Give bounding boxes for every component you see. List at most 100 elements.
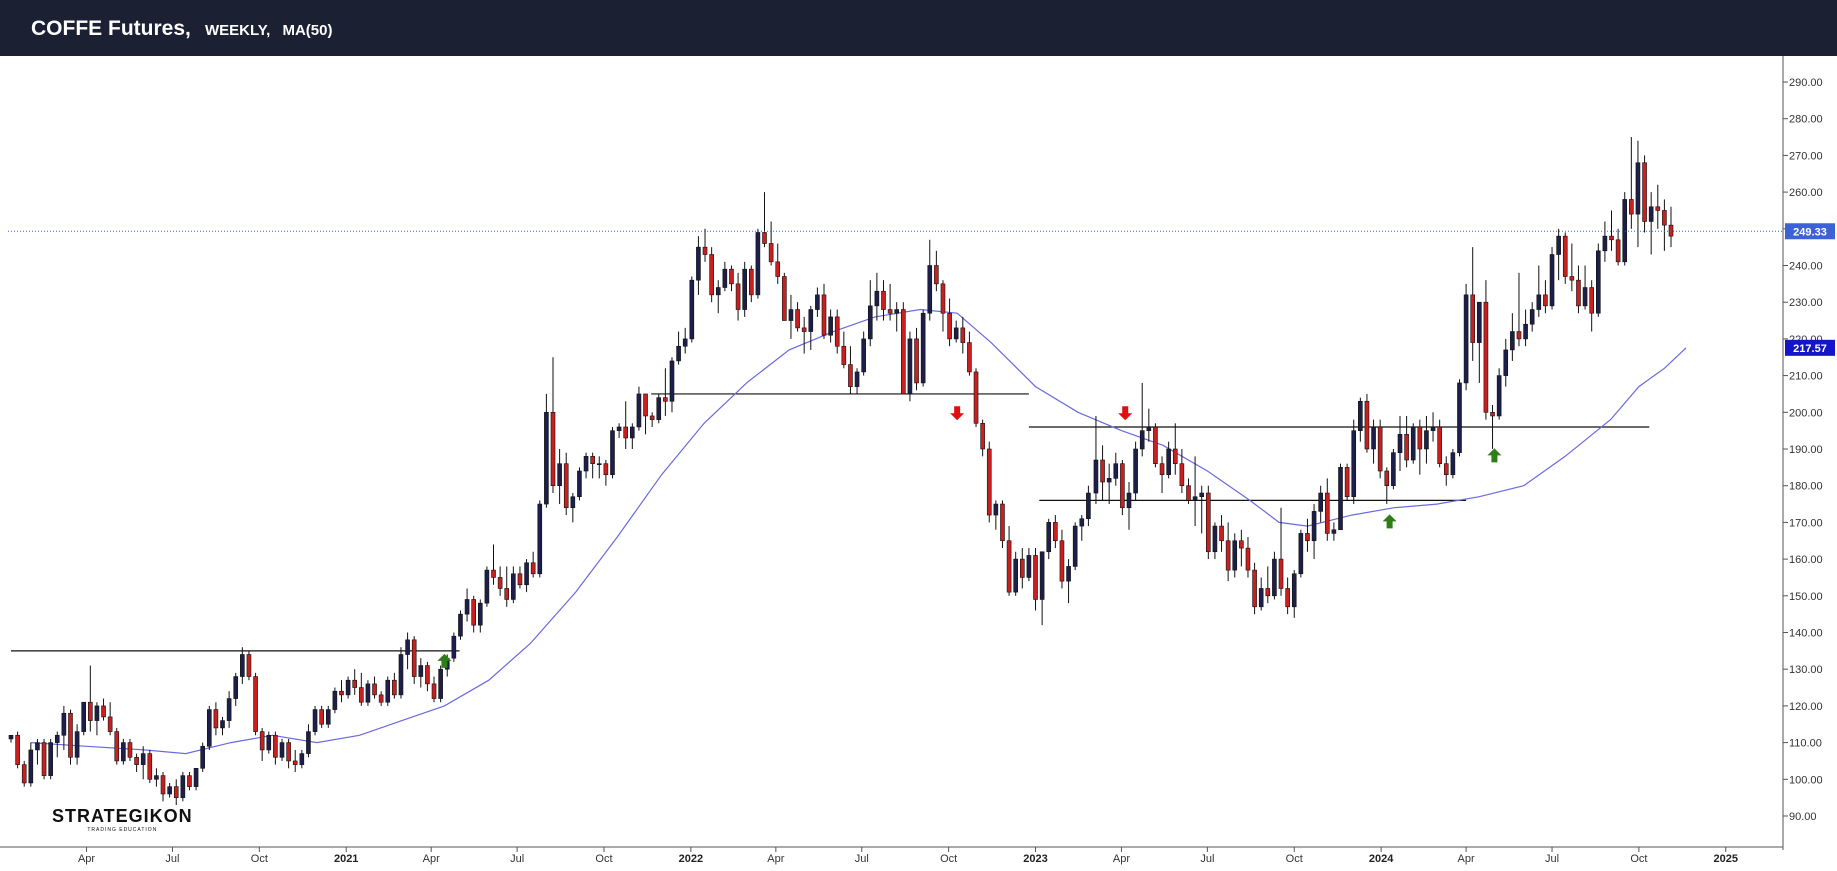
candle xyxy=(1629,137,1634,229)
candle xyxy=(861,331,866,376)
candle-body xyxy=(1648,206,1654,222)
candle-body xyxy=(253,676,258,732)
candle-body xyxy=(1443,463,1449,475)
candle-body xyxy=(735,283,741,310)
candle-body xyxy=(418,665,424,677)
candle xyxy=(1358,397,1363,442)
time-tick-label: Apr xyxy=(767,853,784,865)
candle-body xyxy=(134,756,139,765)
candle xyxy=(1172,423,1178,475)
candle xyxy=(1324,478,1330,541)
candle xyxy=(1000,500,1005,549)
candle-body xyxy=(1523,323,1528,340)
candle-body xyxy=(1470,294,1476,343)
time-tick-label: Jul xyxy=(1200,853,1214,865)
candle-body xyxy=(775,261,781,277)
candle xyxy=(1443,456,1449,486)
candle-body xyxy=(808,309,814,332)
candle-body xyxy=(1066,566,1071,582)
candle-body xyxy=(1046,522,1052,553)
candle-body xyxy=(517,573,523,586)
arrow-shape xyxy=(1487,448,1502,463)
candle-body xyxy=(748,268,754,296)
candle-body xyxy=(1192,496,1198,501)
arrow-shape xyxy=(950,406,965,421)
candle xyxy=(1013,551,1018,596)
plot-area[interactable] xyxy=(8,137,1783,805)
candle-body xyxy=(1139,430,1145,450)
candle-body xyxy=(1291,573,1297,608)
candle-body xyxy=(1556,235,1561,255)
candle-body xyxy=(1622,199,1628,263)
candle-body xyxy=(1569,276,1575,281)
interval-label[interactable]: WEEKLY, xyxy=(205,22,270,39)
candle-body xyxy=(1026,555,1032,578)
candle-body xyxy=(1358,400,1363,431)
price-tick-label: 140.00 xyxy=(1789,628,1823,640)
candle-body xyxy=(200,745,205,769)
candle xyxy=(1100,445,1105,501)
candle-body xyxy=(1371,426,1376,450)
candle-body xyxy=(920,312,926,384)
candle-body xyxy=(1384,470,1390,486)
candle xyxy=(775,243,781,284)
candle-body xyxy=(1166,448,1171,475)
candle-body xyxy=(1206,492,1211,553)
candle-body xyxy=(894,309,900,314)
candle xyxy=(286,738,291,769)
indicator-label[interactable]: MA(50) xyxy=(282,22,332,39)
candle-body xyxy=(28,749,34,784)
candle-body xyxy=(801,327,807,332)
candle-body xyxy=(484,569,490,604)
candle-body xyxy=(1503,349,1509,376)
candle xyxy=(530,551,536,578)
candle-body xyxy=(1239,540,1244,549)
time-tick-label: Apr xyxy=(1458,853,1475,865)
price-tick-label: 170.00 xyxy=(1789,517,1823,529)
candle xyxy=(107,702,113,736)
candle xyxy=(616,423,622,438)
candle-body xyxy=(1589,287,1594,314)
candle xyxy=(1311,504,1317,560)
candle xyxy=(1245,537,1251,578)
candle-body xyxy=(1351,430,1357,498)
candle xyxy=(147,749,153,783)
candle-body xyxy=(405,639,410,655)
candle xyxy=(273,731,278,765)
candle-body xyxy=(273,734,278,758)
candle-body xyxy=(1153,426,1158,464)
candle-body xyxy=(550,411,556,486)
candle xyxy=(1066,559,1071,604)
arrow-shape xyxy=(1118,406,1133,421)
candle-body xyxy=(359,687,364,703)
candle-body xyxy=(425,665,430,685)
candle xyxy=(1133,441,1138,501)
candlestick-chart[interactable]: 90.00 100.00 110.00 120.00 130.00 140.00 150.0… xyxy=(0,56,1837,871)
candle-body xyxy=(1172,448,1178,464)
candle xyxy=(68,709,73,765)
candle-body xyxy=(887,309,893,314)
candle xyxy=(934,250,939,292)
candle xyxy=(1053,515,1058,549)
candle xyxy=(1199,485,1205,534)
candle xyxy=(1477,301,1482,383)
time-tick-label: 2022 xyxy=(679,853,703,865)
candle xyxy=(279,738,285,761)
candle xyxy=(1595,243,1601,317)
candle-body xyxy=(656,397,662,420)
candle-body xyxy=(1417,426,1423,450)
candle xyxy=(1278,507,1284,596)
candle-body xyxy=(1450,452,1456,475)
candle xyxy=(266,731,272,754)
price-tick-label: 160.00 xyxy=(1789,554,1823,566)
candle xyxy=(319,705,324,728)
candle xyxy=(140,746,146,780)
candle-body xyxy=(458,613,463,637)
candle-body xyxy=(881,290,886,310)
candle xyxy=(1391,449,1396,490)
candle xyxy=(1417,419,1423,475)
candle xyxy=(398,647,404,699)
candle xyxy=(854,368,860,394)
candle xyxy=(1384,467,1390,505)
candle xyxy=(425,661,430,692)
